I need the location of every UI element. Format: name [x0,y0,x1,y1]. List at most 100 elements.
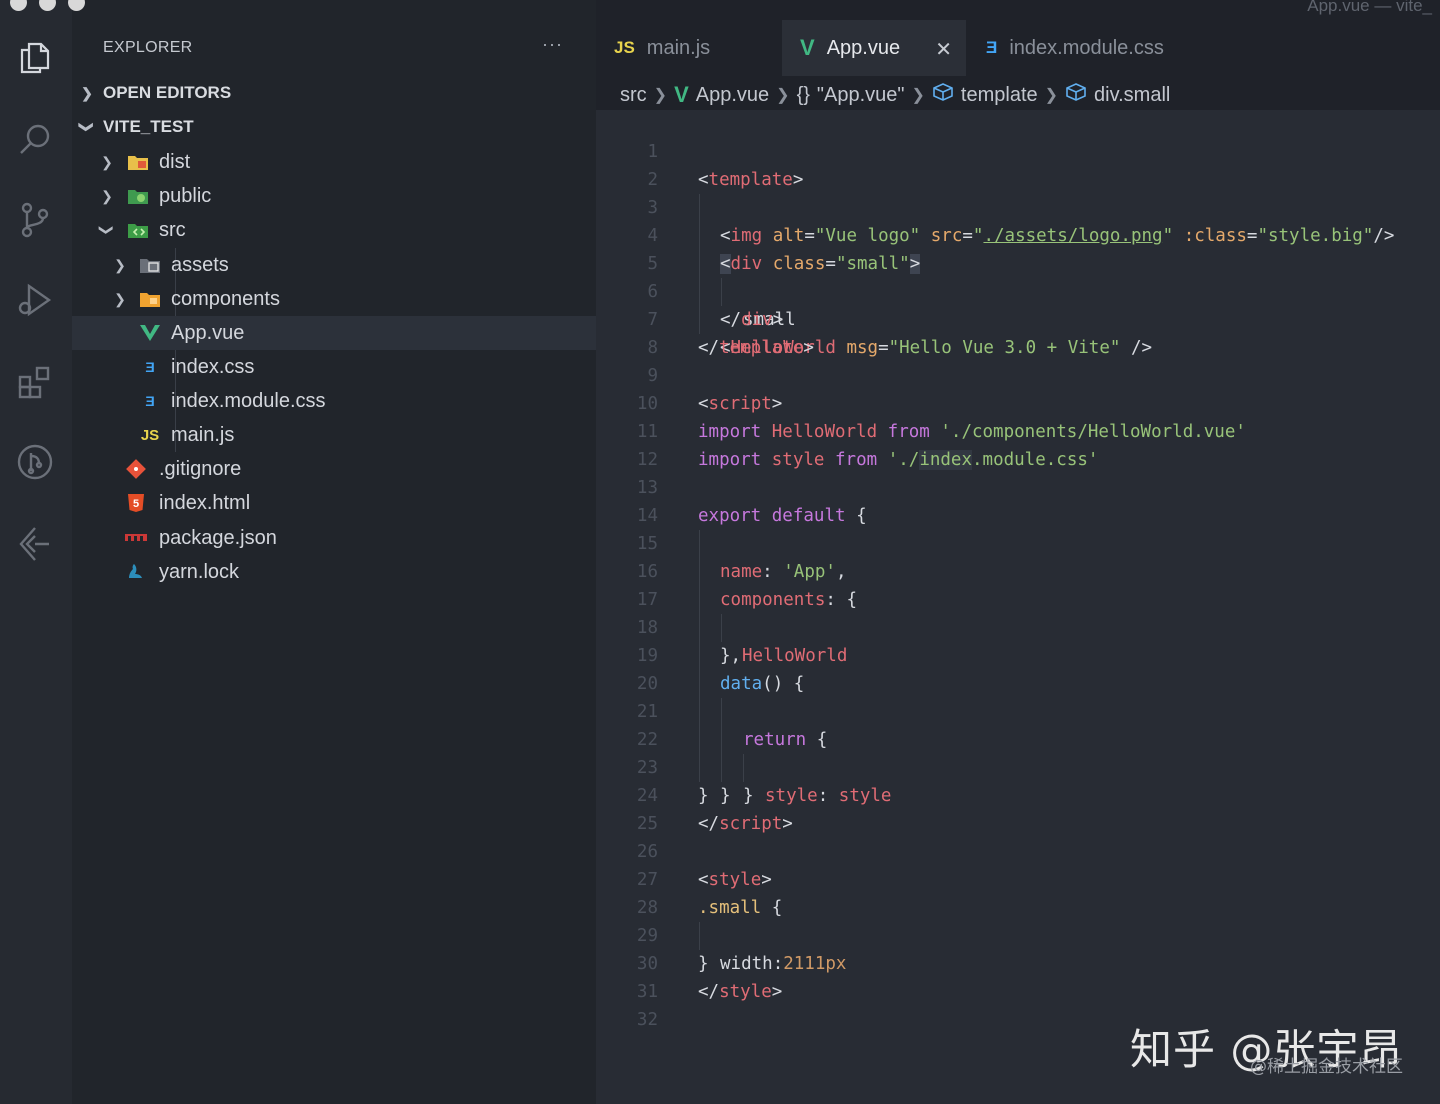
breadcrumb-element[interactable]: div.small [1094,84,1170,107]
code-line: 5 </div> [596,222,1440,330]
open-editors-section[interactable]: ❯ OPEN EDITORS [72,76,596,110]
js-file-icon: JS [140,426,160,444]
vue-file-icon [139,322,161,344]
chevron-down-icon: ❯ [79,121,96,133]
activity-bar [0,0,72,1104]
git-graph-icon[interactable] [13,440,57,484]
tree-item-main-js[interactable]: JS main.js [72,418,596,452]
minimize-window-button[interactable] [39,0,56,11]
code-line: 17 }, [596,558,1440,666]
code-line: 2 <img alt="Vue logo" src="./assets/logo… [596,138,1440,246]
code-line: 9 <script> [596,334,1440,414]
js-file-icon: JS [614,38,635,57]
cube-icon [932,83,954,107]
zoom-window-button[interactable] [68,0,85,11]
code-line: 24 </script> [596,754,1440,834]
code-line: 8 [596,306,1440,358]
tree-item-assets[interactable]: ❯ assets [72,248,596,282]
tree-item-src[interactable]: ❯ src [72,213,596,247]
tab-main-js[interactable]: JS main.js [596,20,782,76]
breadcrumb-src[interactable]: src [620,84,647,107]
code-line: 16 HelloWorld [596,530,1440,666]
yarn-file-icon [125,561,147,583]
folder-public-icon [127,185,149,207]
css-file-icon: Ǝ [145,359,155,375]
tree-item-index-css[interactable]: Ǝ index.css [72,350,596,384]
explorer-sidebar: EXPLORER ··· ❯ OPEN EDITORS ❯ VITE_TEST … [72,0,596,1104]
tree-item-components[interactable]: ❯ components [72,282,596,316]
close-window-button[interactable] [10,0,27,11]
code-line: 28 width:2111px [596,866,1440,974]
cube-icon [1065,83,1087,107]
code-editor[interactable]: 1 <template> 2 <img alt="Vue logo" src="… [596,110,1440,1104]
breadcrumb-template[interactable]: template [961,84,1038,107]
code-line: 26 <style> [596,810,1440,890]
vue-file-icon: V [800,35,815,60]
code-line: 22 } [596,698,1440,806]
code-line: 25 [596,782,1440,834]
window-title: App.vue — vite_ [1307,0,1432,15]
chevron-right-icon: ❯ [101,187,113,204]
breadcrumb-component[interactable]: "App.vue" [817,84,905,107]
editor-tab-bar: JS main.js V App.vue ✕ Ǝ index.module.cs… [596,20,1440,76]
svg-text:5: 5 [133,498,139,510]
code-line: 32 [596,978,1440,1030]
tree-item-gitignore[interactable]: .gitignore [72,452,596,486]
tree-item-yarn-lock[interactable]: yarn.lock [72,555,596,589]
line-number: 32 [636,1010,658,1030]
close-tab-icon[interactable]: ✕ [935,37,952,62]
code-line: 7 </template> [596,278,1440,358]
remote-explorer-icon[interactable] [13,522,57,566]
code-line: 18 data() { [596,586,1440,694]
window-controls [10,0,85,11]
code-line: 6 <HelloWorld msg="Hello Vue 3.0 + Vite"… [596,250,1440,358]
extensions-icon[interactable] [13,360,57,404]
chevron-down-icon: ❯ [99,224,116,236]
chevron-right-icon: ❯ [911,87,925,104]
tab-app-vue[interactable]: V App.vue ✕ [782,20,966,76]
css-file-icon: Ǝ [145,393,155,409]
code-line: 13 export default { [596,446,1440,526]
code-line: 29 } [596,894,1440,974]
chevron-right-icon: ❯ [114,290,126,307]
tree-item-public[interactable]: ❯ public [72,179,596,213]
tree-item-index-module-css[interactable]: Ǝ index.module.css [72,384,596,418]
chevron-right-icon: ❯ [1044,87,1059,104]
code-line: 30 </style> [596,922,1440,1002]
chevron-right-icon: ❯ [101,153,113,170]
chevron-right-icon: ❯ [776,87,790,104]
tab-index-module-css[interactable]: Ǝ index.module.css [966,20,1216,76]
breadcrumb-file[interactable]: App.vue [696,84,769,107]
braces-icon: {} [796,83,810,106]
code-line: 12 [596,418,1440,470]
code-line: 3 <div class="small"> [596,166,1440,274]
source-control-icon[interactable] [13,198,57,242]
chevron-right-icon: ❯ [81,84,93,101]
breadcrumb: src ❯ V App.vue ❯ {} "App.vue" ❯ templat… [620,80,1170,110]
git-file-icon [125,458,147,480]
folder-dist-icon [127,151,149,173]
tree-item-package-json[interactable]: package.json [72,521,596,555]
explorer-more-button[interactable]: ··· [542,34,563,55]
code-line: 23 } [596,726,1440,806]
code-line: 20 style: style [596,642,1440,806]
explorer-icon[interactable] [13,36,57,80]
folder-components-icon [139,288,161,310]
code-line: 15 components: { [596,502,1440,610]
vue-file-icon: V [674,82,689,107]
code-line: 21 } [596,670,1440,806]
code-line: 27 .small { [596,838,1440,918]
explorer-title: EXPLORER [103,39,193,56]
code-line: 1 <template> [596,110,1440,190]
tree-item-app-vue[interactable]: App.vue [72,316,596,350]
code-line: 4 small [596,194,1440,330]
code-line: 11 import style from './index.module.css… [596,390,1440,470]
npm-file-icon [125,527,147,549]
tree-item-dist[interactable]: ❯ dist [72,145,596,179]
folder-assets-icon [139,254,161,276]
search-icon[interactable] [13,118,57,162]
run-debug-icon[interactable] [13,278,57,322]
project-section[interactable]: ❯ VITE_TEST [72,110,596,144]
tree-item-index-html[interactable]: 5 index.html [72,486,596,520]
css-file-icon: Ǝ [986,38,998,57]
